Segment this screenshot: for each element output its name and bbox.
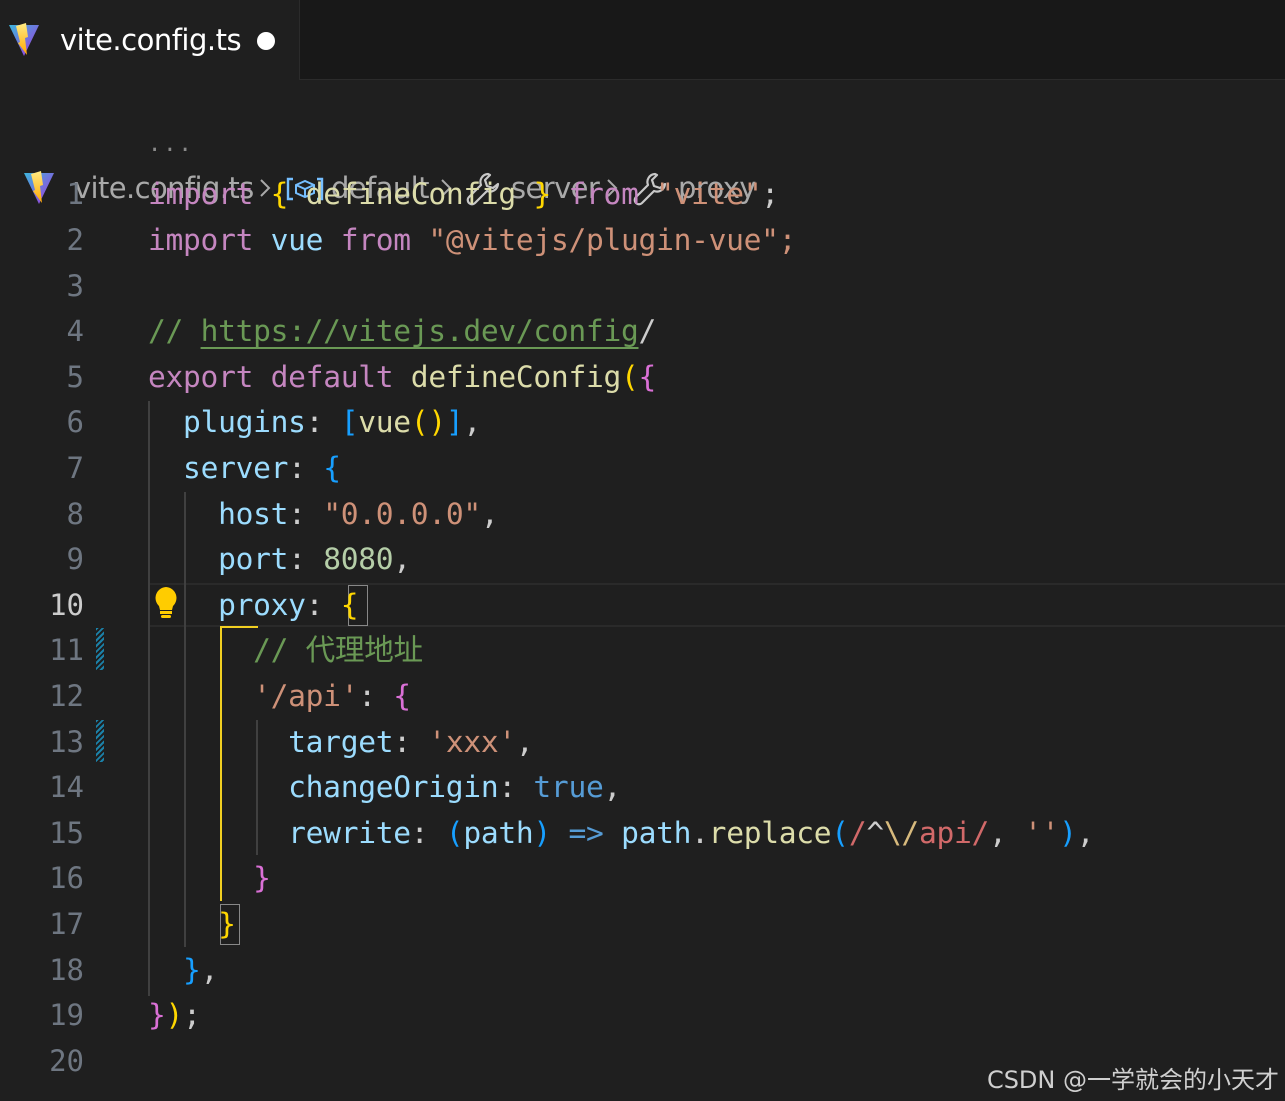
line-number: 17 [49,907,84,941]
line-number: 5 [66,360,84,394]
watermark: CSDN @一学就会的小天才 [986,1066,1279,1094]
code-line[interactable]: // https://vitejs.dev/config/ [148,309,656,355]
code-line[interactable]: } [148,902,236,948]
code-line[interactable]: '/api': { [148,674,411,720]
code-line[interactable]: export default defineConfig({ [148,355,656,401]
line-number: 6 [66,405,84,439]
code-line[interactable]: host: "0.0.0.0", [148,492,499,538]
line-number: 19 [49,998,84,1032]
line-number: 16 [49,861,84,895]
code-line[interactable]: changeOrigin: true, [148,765,621,811]
code-line[interactable]: rewrite: (path) => path.replace(/^\/api/… [148,811,1094,857]
line-number: 2 [66,223,84,257]
line-number: 15 [49,816,84,850]
code-line[interactable]: import { defineConfig } from "vite"; [148,172,779,218]
line-number-current: 10 [49,588,84,622]
line-number: 1 [66,177,84,211]
line-number: 20 [49,1044,84,1078]
code-line-current[interactable]: proxy: { [148,583,358,629]
code-line[interactable]: // 代理地址 [148,628,423,674]
line-number: 8 [66,497,84,531]
code-line[interactable]: } [148,856,271,902]
line-number: 14 [49,770,84,804]
line-number: 3 [66,269,84,303]
git-modified-marker[interactable] [96,720,104,762]
vite-icon [8,22,40,62]
git-modified-marker[interactable] [96,628,104,670]
code-line[interactable]: import vue from "@vitejs/plugin-vue"; [148,218,797,264]
code-line[interactable]: server: { [148,446,341,492]
line-number: 11 [49,633,84,667]
line-number: 4 [66,314,84,348]
unsaved-dot-icon[interactable] [257,32,275,50]
code-line[interactable]: }, [148,948,218,994]
line-number: 18 [49,953,84,987]
line-number: 7 [66,451,84,485]
code-line[interactable]: port: 8080, [148,537,411,583]
code-line[interactable]: plugins: [vue()], [148,400,481,446]
tab-title: vite.config.ts [60,23,242,57]
line-number: 9 [66,542,84,576]
sticky-scroll-ellipsis[interactable]: ... [148,130,194,160]
code-line[interactable]: target: 'xxx', [148,720,534,766]
code-line[interactable]: }); [148,993,201,1039]
editor-tab[interactable]: vite.config.ts [0,0,300,80]
line-number: 13 [49,725,84,759]
tab-bar: vite.config.ts [0,0,1285,80]
line-number: 12 [49,679,84,713]
